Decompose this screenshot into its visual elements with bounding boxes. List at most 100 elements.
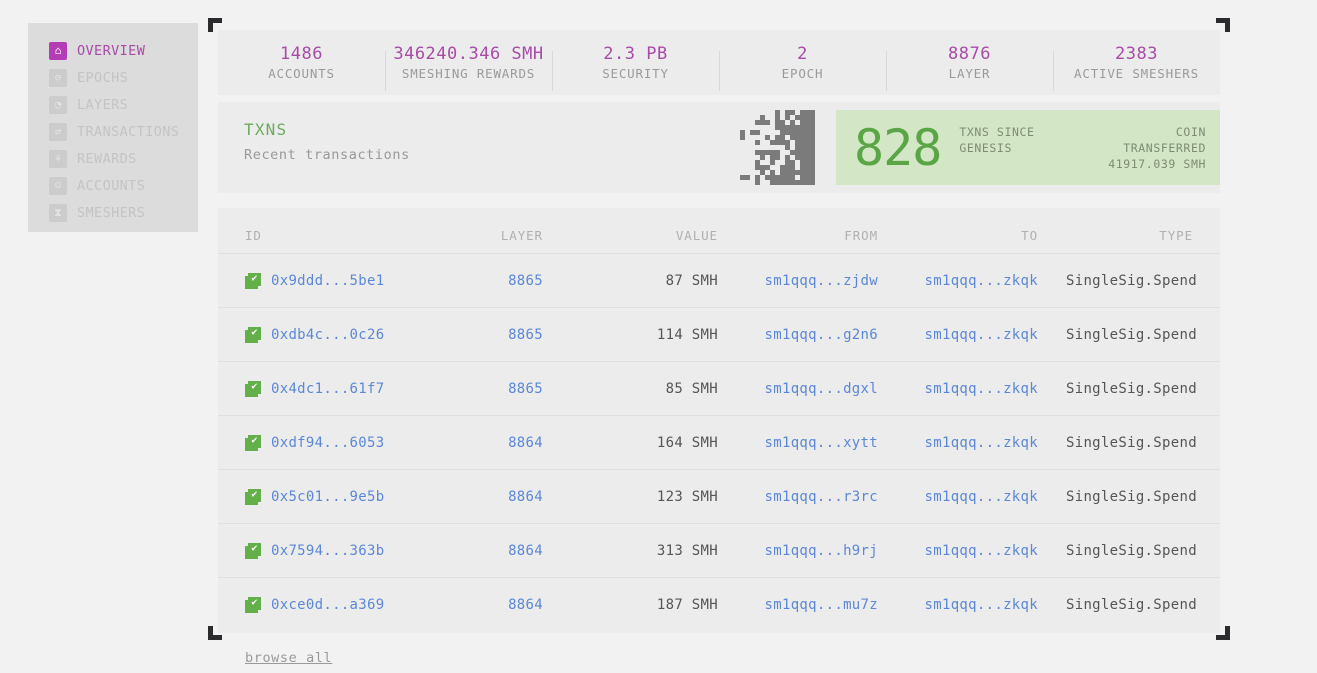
layer-link[interactable]: 8865 (508, 273, 543, 289)
table-row[interactable]: ✔ 0xce0d...a369 8864 187 SMH sm1qqq...mu7z sm… (218, 578, 1220, 632)
layer-link[interactable]: 8865 (508, 327, 543, 343)
cell-id: ✔ 0x5c01...9e5b (218, 469, 450, 524)
cell-to: sm1qqq...zkqk (905, 415, 1065, 470)
cell-id: ✔ 0xdb4c...0c26 (218, 307, 450, 362)
cell-type: SingleSig.Spend (1066, 434, 1197, 451)
id-cell: ✔ 0x9ddd...5be1 (245, 272, 449, 289)
browse-all-link[interactable]: browse all (245, 650, 332, 666)
stat-label: LAYER (948, 65, 991, 81)
transactions-table: ID LAYER VALUE FROM TO TYPE ✔ 0x9ddd...5be1 886… (218, 208, 1220, 632)
stat-accounts: 1486 ACCOUNTS (218, 43, 385, 83)
check-glyph: ✔ (248, 542, 261, 556)
column-header-type: TYPE (1065, 208, 1220, 254)
cell-value: 87 SMH (570, 253, 745, 308)
explorer-page: ⌂ OVERVIEW ⊖ EPOCHS ◔ LAYERS ⇄ TRANSACTIONS ⚘ REW… (0, 0, 1317, 673)
cell-type: SingleSig.Spend (1066, 488, 1197, 505)
smeshers-icon: ⧗ (49, 203, 67, 222)
cell-type: SingleSig.Spend (1066, 326, 1197, 343)
check-glyph: ✔ (248, 326, 261, 340)
txns-since-genesis-count: 828 (854, 118, 942, 177)
sidebar-item-rewards[interactable]: ⚘ REWARDS (28, 145, 198, 172)
to-address-link[interactable]: sm1qqq...zkqk (925, 327, 1038, 343)
from-address-link[interactable]: sm1qqq...r3rc (765, 489, 878, 505)
check-glyph: ✔ (248, 596, 261, 610)
from-address-link[interactable]: sm1qqq...mu7z (765, 597, 878, 613)
to-address-link[interactable]: sm1qqq...zkqk (925, 543, 1038, 559)
id-cell: ✔ 0xdb4c...0c26 (245, 326, 449, 343)
layer-link[interactable]: 8864 (508, 597, 543, 613)
stat-value: 2.3 PB (603, 43, 668, 64)
table-row[interactable]: ✔ 0x5c01...9e5b 8864 123 SMH sm1qqq...r3rc sm… (218, 469, 1220, 524)
cell-value: 164 SMH (656, 434, 718, 451)
cell-to: sm1qqq...zkqk (905, 578, 1065, 632)
cell-value: 313 SMH (570, 523, 745, 578)
stat-epoch: 2 EPOCH (719, 43, 886, 91)
cell-type: SingleSig.Spend (1065, 253, 1220, 308)
accounts-icon: ☺ (49, 176, 67, 195)
from-address-link[interactable]: sm1qqq...dgxl (765, 381, 878, 397)
transaction-id-link[interactable]: 0xdb4c...0c26 (271, 327, 384, 343)
sidebar-item-overview[interactable]: ⌂ OVERVIEW (28, 37, 198, 64)
transaction-id-link[interactable]: 0x5c01...9e5b (271, 489, 384, 505)
table-row[interactable]: ✔ 0x9ddd...5be1 8865 87 SMH sm1qqq...zjdw sm1… (218, 253, 1220, 308)
sidebar-item-label: ACCOUNTS (77, 177, 146, 194)
cell-type: SingleSig.Spend (1066, 380, 1197, 397)
cell-value: 313 SMH (656, 542, 718, 559)
home-icon: ⌂ (49, 41, 67, 60)
cell-type: SingleSig.Spend (1066, 596, 1197, 613)
to-address-link[interactable]: sm1qqq...zkqk (925, 273, 1038, 289)
stats-bar: 1486 ACCOUNTS 346240.346 SMH SMESHING REWAR… (218, 30, 1220, 95)
column-header-layer: LAYER (450, 208, 570, 254)
coin-transferred-block: COIN TRANSFERRED 41917.039 SMH (1099, 124, 1206, 172)
txns-summary-card: 828 TXNS SINCE GENESIS COIN TRANSFERRED … (836, 110, 1220, 185)
table-row[interactable]: ✔ 0x4dc1...61f7 8865 85 SMH sm1qqq...dgxl sm1… (218, 361, 1220, 416)
table-head: ID LAYER VALUE FROM TO TYPE (218, 208, 1220, 254)
transaction-id-link[interactable]: 0xce0d...a369 (271, 597, 384, 613)
transaction-id-link[interactable]: 0x4dc1...61f7 (271, 381, 384, 397)
layer-link[interactable]: 8865 (508, 381, 543, 397)
rewards-icon: ⚘ (49, 149, 67, 168)
from-address-link[interactable]: sm1qqq...h9rj (765, 543, 878, 559)
transaction-id-link[interactable]: 0x9ddd...5be1 (271, 273, 384, 289)
cell-type: SingleSig.Spend (1065, 469, 1220, 524)
sidebar-item-label: TRANSACTIONS (77, 123, 180, 140)
checkbox-checked-icon: ✔ (245, 272, 261, 289)
cell-layer: 8865 (450, 253, 570, 308)
transaction-id-link[interactable]: 0xdf94...6053 (271, 435, 384, 451)
sidebar-item-smeshers[interactable]: ⧗ SMESHERS (28, 199, 198, 226)
to-address-link[interactable]: sm1qqq...zkqk (925, 597, 1038, 613)
txns-title-block: TXNS Recent transactions (244, 119, 410, 166)
sidebar-item-layers[interactable]: ◔ LAYERS (28, 91, 198, 118)
to-address-link[interactable]: sm1qqq...zkqk (925, 435, 1038, 451)
cell-layer: 8865 (450, 361, 570, 416)
from-address-link[interactable]: sm1qqq...g2n6 (765, 327, 878, 343)
transaction-id-link[interactable]: 0x7594...363b (271, 543, 384, 559)
sidebar-item-epochs[interactable]: ⊖ EPOCHS (28, 64, 198, 91)
from-address-link[interactable]: sm1qqq...zjdw (765, 273, 878, 289)
cell-to: sm1qqq...zkqk (905, 469, 1065, 524)
cell-type: SingleSig.Spend (1065, 578, 1220, 632)
check-glyph: ✔ (248, 380, 261, 394)
table-row[interactable]: ✔ 0xdb4c...0c26 8865 114 SMH sm1qqq...g2n6 sm… (218, 307, 1220, 362)
table-row[interactable]: ✔ 0xdf94...6053 8864 164 SMH sm1qqq...xytt sm… (218, 415, 1220, 470)
sidebar-item-label: REWARDS (77, 150, 137, 167)
layer-link[interactable]: 8864 (508, 435, 543, 451)
txns-title: TXNS (244, 120, 288, 139)
layer-link[interactable]: 8864 (508, 489, 543, 505)
to-address-link[interactable]: sm1qqq...zkqk (925, 381, 1038, 397)
cell-id: ✔ 0x9ddd...5be1 (218, 253, 450, 308)
checkbox-checked-icon: ✔ (245, 380, 261, 397)
layer-link[interactable]: 8864 (508, 543, 543, 559)
sidebar: ⌂ OVERVIEW ⊖ EPOCHS ◔ LAYERS ⇄ TRANSACTIONS ⚘ REW… (28, 23, 198, 232)
checkbox-checked-icon: ✔ (245, 488, 261, 505)
to-address-link[interactable]: sm1qqq...zkqk (925, 489, 1038, 505)
check-glyph: ✔ (248, 272, 261, 286)
from-address-link[interactable]: sm1qqq...xytt (765, 435, 878, 451)
cell-type: SingleSig.Spend (1065, 415, 1220, 470)
column-header-to: TO (905, 208, 1065, 254)
stat-layer: 8876 LAYER (886, 43, 1053, 91)
layers-icon: ◔ (49, 95, 67, 114)
table-row[interactable]: ✔ 0x7594...363b 8864 313 SMH sm1qqq...h9rj sm… (218, 523, 1220, 578)
sidebar-item-transactions[interactable]: ⇄ TRANSACTIONS (28, 118, 198, 145)
sidebar-item-accounts[interactable]: ☺ ACCOUNTS (28, 172, 198, 199)
